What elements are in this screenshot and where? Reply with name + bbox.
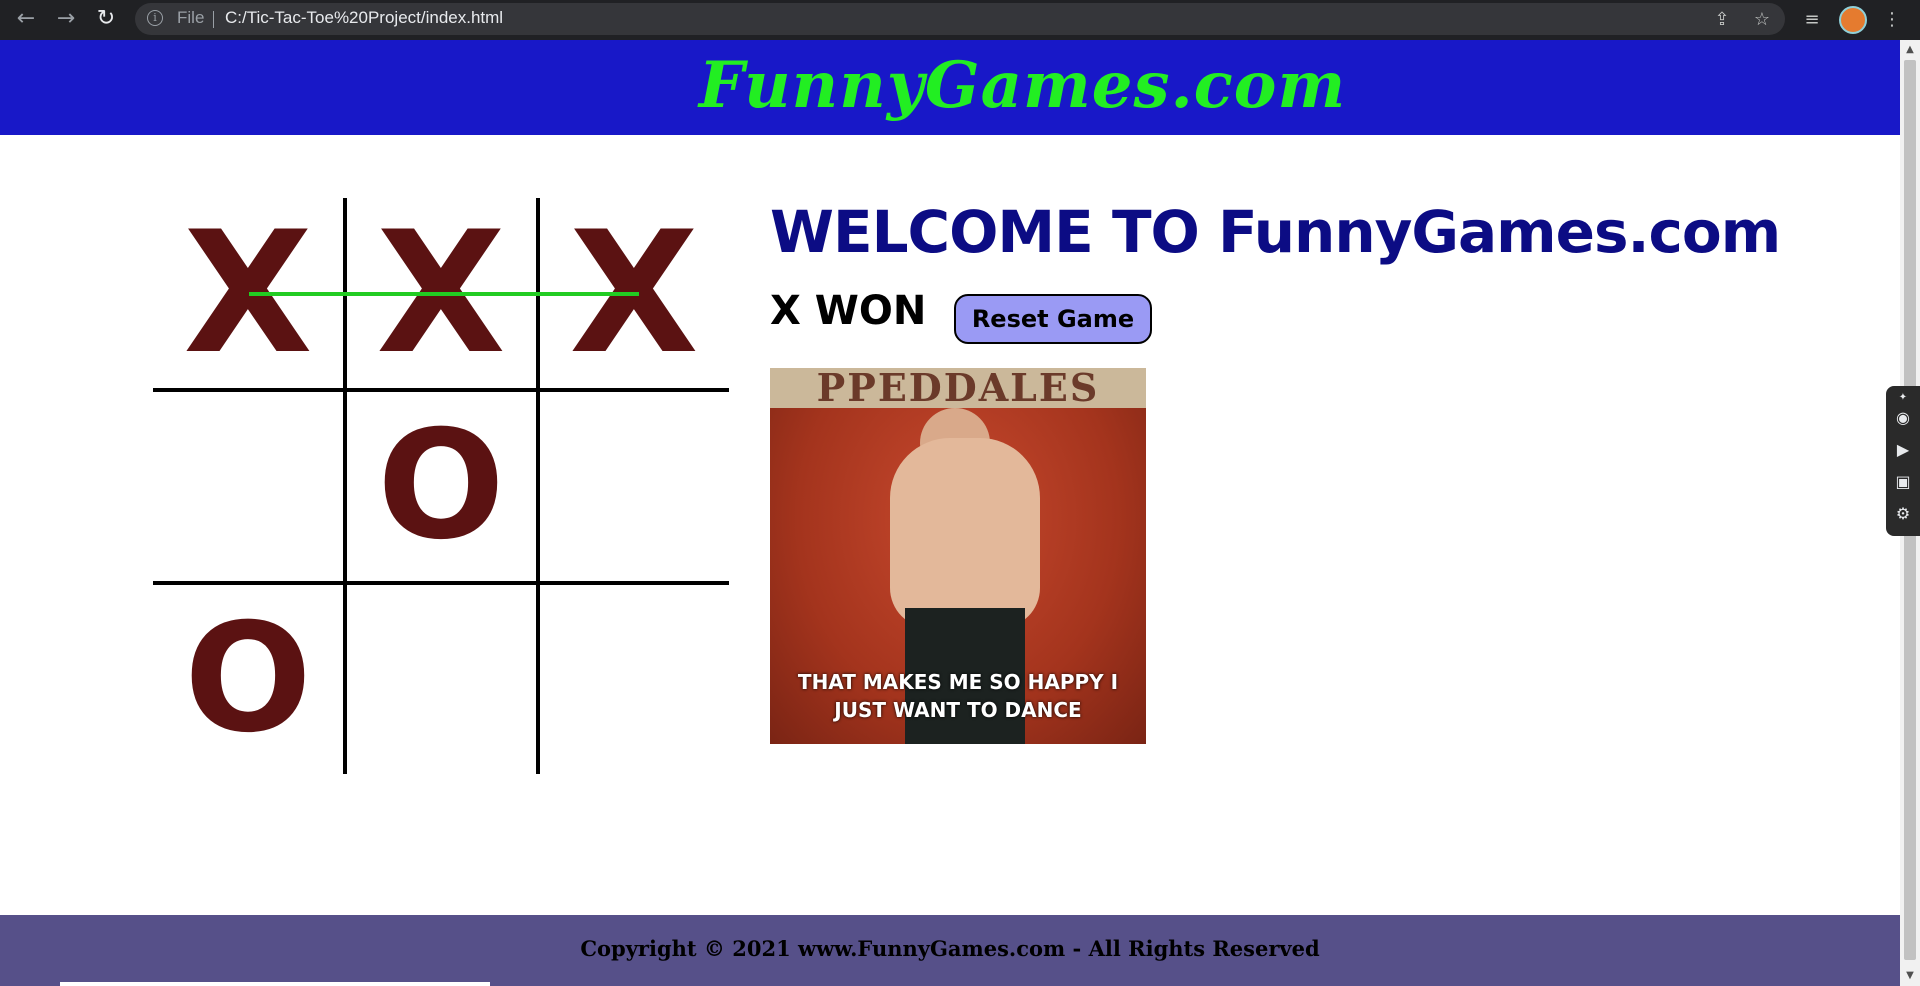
copyright-text: Copyright © 2021 www.FunnyGames.com - Al…: [580, 936, 1320, 961]
game-status: X WON: [770, 288, 927, 334]
tic-tac-toe-board: X X X O O: [153, 198, 729, 774]
capture-side-widget: ✦ ◉ ▶ ▣ ⚙: [1886, 386, 1920, 536]
board-cell-6[interactable]: [539, 391, 729, 581]
board-cell-5[interactable]: O: [346, 391, 536, 581]
board-cell-4[interactable]: [153, 391, 343, 581]
browser-toolbar: ← → ↻ i File C:/Tic-Tac-Toe%20Project/in…: [0, 0, 1920, 40]
address-bar[interactable]: i File C:/Tic-Tac-Toe%20Project/index.ht…: [135, 3, 1785, 35]
grid-line-vertical-1: [343, 198, 347, 774]
menu-icon[interactable]: ⋮: [1878, 6, 1906, 34]
camera-icon[interactable]: ◉: [1891, 406, 1915, 430]
share-icon[interactable]: ⇪: [1708, 6, 1736, 34]
media-playlist-icon[interactable]: ≡: [1798, 6, 1826, 34]
gif-sign: PPEDDALES: [770, 368, 1146, 408]
page-content: FunnyGames.com X X X O O WELCOME TO Funn…: [0, 40, 1900, 986]
o-mark: O: [377, 399, 505, 573]
site-footer: Copyright © 2021 www.FunnyGames.com - Al…: [0, 915, 1900, 986]
settings-gear-icon[interactable]: ⚙: [1891, 502, 1915, 526]
winning-line: [249, 292, 639, 296]
video-icon[interactable]: ▶: [1891, 438, 1915, 462]
url-text[interactable]: C:/Tic-Tac-Toe%20Project/index.html: [225, 8, 503, 28]
forward-icon[interactable]: →: [52, 5, 80, 33]
gif-caption: THAT MAKES ME SO HAPPY I JUST WANT TO DA…: [770, 668, 1146, 724]
info-icon[interactable]: i: [147, 10, 163, 26]
board-cell-7[interactable]: O: [153, 584, 343, 774]
board-cell-8[interactable]: [346, 584, 536, 774]
board-cell-9[interactable]: [539, 584, 729, 774]
address-separator: [213, 11, 214, 28]
grid-line-vertical-2: [536, 198, 540, 774]
dance-gif: PPEDDALES THAT MAKES ME SO HAPPY I JUST …: [770, 368, 1146, 744]
file-label: File: [177, 8, 205, 27]
scroll-down-icon[interactable]: ▼: [1904, 970, 1916, 982]
grid-line-horizontal-1: [153, 388, 729, 392]
scroll-up-icon[interactable]: ▲: [1904, 44, 1916, 56]
back-icon[interactable]: ←: [12, 5, 40, 33]
gif-person-body: [890, 438, 1040, 628]
site-header: FunnyGames.com: [0, 40, 1900, 135]
download-bar-edge: [60, 982, 490, 986]
welcome-heading: WELCOME TO FunnyGames.com: [770, 198, 1781, 266]
grid-line-horizontal-2: [153, 581, 729, 585]
site-logo: FunnyGames.com: [698, 48, 1347, 123]
profile-avatar[interactable]: [1839, 6, 1867, 34]
gallery-icon[interactable]: ▣: [1891, 470, 1915, 494]
gif-caption-line-1: THAT MAKES ME SO HAPPY I: [797, 670, 1119, 694]
reload-icon[interactable]: ↻: [92, 5, 120, 33]
bookmark-star-icon[interactable]: ☆: [1748, 6, 1776, 34]
o-mark: O: [184, 592, 312, 766]
reset-game-button[interactable]: Reset Game: [954, 294, 1152, 344]
gif-caption-line-2: JUST WANT TO DANCE: [834, 698, 1082, 722]
